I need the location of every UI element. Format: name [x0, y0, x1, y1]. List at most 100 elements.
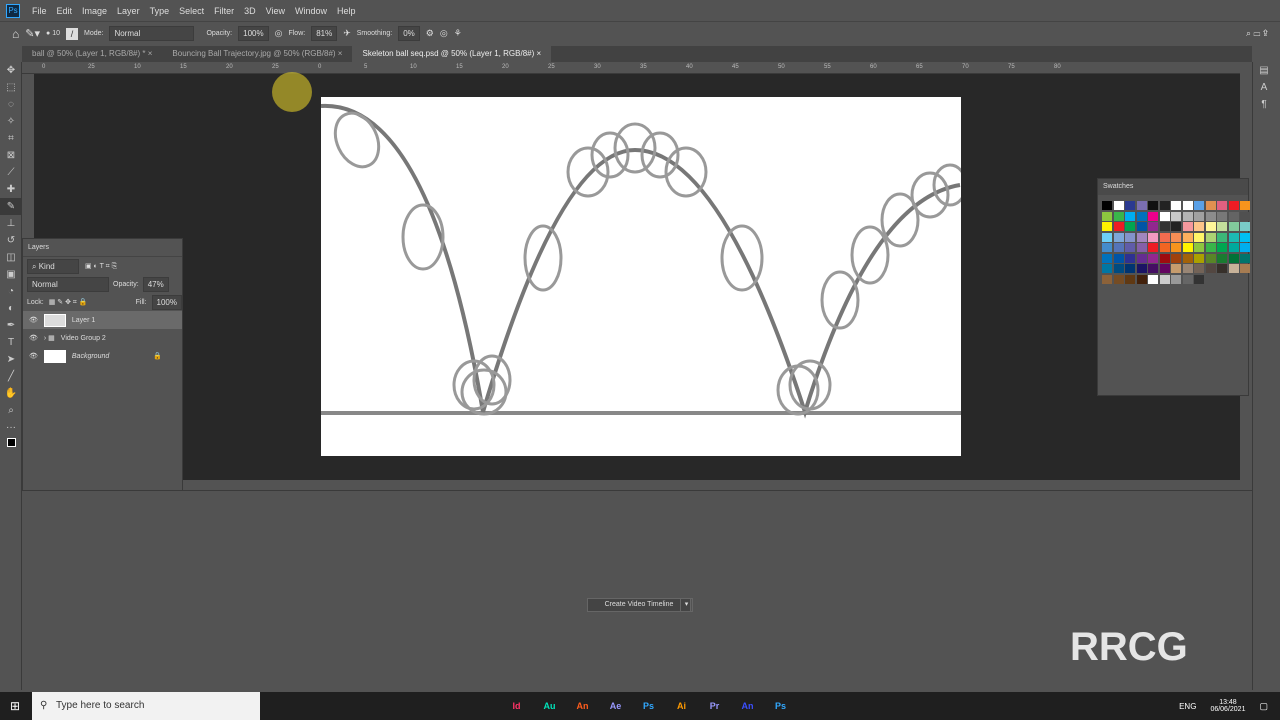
swatch[interactable] — [1205, 201, 1216, 210]
path-select-tool-icon[interactable]: ➤ — [0, 351, 22, 368]
swatch[interactable] — [1125, 232, 1135, 242]
swatch[interactable] — [1182, 274, 1193, 284]
swatch[interactable] — [1102, 222, 1112, 231]
swatch[interactable] — [1102, 201, 1112, 210]
taskbar-app[interactable]: Ae — [599, 701, 632, 711]
blur-tool-icon[interactable]: ◔ — [0, 283, 22, 300]
menu-layer[interactable]: Layer — [117, 6, 140, 16]
swatch[interactable] — [1182, 253, 1193, 263]
type-tool-icon[interactable]: T — [0, 334, 22, 351]
menu-file[interactable]: File — [32, 6, 47, 16]
swatch[interactable] — [1113, 232, 1124, 242]
swatch[interactable] — [1136, 243, 1147, 252]
layer-row[interactable]: 👁 Layer 1 — [23, 311, 182, 329]
swatch[interactable] — [1102, 211, 1112, 221]
tab-skeleton[interactable]: Skeleton ball seq.psd @ 50% (Layer 1, RG… — [352, 46, 552, 62]
create-video-timeline-button[interactable]: Create Video Timeline — [587, 598, 691, 612]
properties-icon[interactable]: ▤ — [1253, 62, 1275, 79]
swatch[interactable] — [1159, 201, 1170, 210]
menu-help[interactable]: Help — [337, 6, 356, 16]
swatch[interactable] — [1194, 243, 1204, 252]
eye-icon[interactable]: 👁 — [29, 334, 38, 342]
swatch[interactable] — [1217, 264, 1227, 273]
swatch[interactable] — [1136, 264, 1147, 273]
more-tools-icon[interactable]: ··· — [0, 419, 22, 436]
healing-tool-icon[interactable]: ✚ — [0, 181, 22, 198]
swatch[interactable] — [1171, 232, 1181, 242]
color-swatches-icon[interactable] — [0, 436, 22, 453]
eye-icon[interactable]: 👁 — [29, 316, 38, 324]
gear-icon[interactable]: ⚙ — [426, 28, 434, 39]
swatch[interactable] — [1159, 253, 1170, 263]
swatch[interactable] — [1171, 211, 1181, 221]
swatch[interactable] — [1217, 222, 1227, 231]
swatch[interactable] — [1102, 253, 1112, 263]
airbrush-icon[interactable]: ✈ — [343, 28, 351, 39]
swatch[interactable] — [1240, 222, 1250, 231]
dodge-tool-icon[interactable]: ◐ — [0, 300, 22, 317]
lock-icons[interactable]: ▦ ✎ ✥ ⌗ 🔒 — [49, 298, 88, 307]
swatch[interactable] — [1182, 264, 1193, 273]
swatch[interactable] — [1159, 211, 1170, 221]
swatch[interactable] — [1113, 264, 1124, 273]
swatch[interactable] — [1148, 232, 1158, 242]
swatch[interactable] — [1194, 211, 1204, 221]
lasso-tool-icon[interactable]: ◌ — [0, 96, 22, 113]
swatch[interactable] — [1182, 211, 1193, 221]
swatch[interactable] — [1125, 243, 1135, 252]
document-canvas[interactable] — [320, 97, 968, 456]
swatch[interactable] — [1148, 243, 1158, 252]
swatch[interactable] — [1194, 274, 1204, 284]
gradient-tool-icon[interactable]: ▣ — [0, 266, 22, 283]
menu-select[interactable]: Select — [179, 6, 204, 16]
swatch[interactable] — [1240, 232, 1250, 242]
pressure-size-icon[interactable]: ◎ — [440, 28, 448, 39]
swatch[interactable] — [1113, 253, 1124, 263]
swatch[interactable] — [1240, 243, 1250, 252]
brush-tool-icon[interactable]: ✎▾ — [25, 27, 40, 40]
tab-trajectory[interactable]: Bouncing Ball Trajectory.jpg @ 50% (RGB/… — [162, 46, 352, 62]
swatch[interactable] — [1171, 253, 1181, 263]
swatch[interactable] — [1171, 222, 1181, 231]
swatch[interactable] — [1194, 232, 1204, 242]
swatch[interactable] — [1205, 222, 1216, 231]
swatch[interactable] — [1217, 232, 1227, 242]
swatch[interactable] — [1148, 274, 1158, 284]
swatch[interactable] — [1228, 253, 1239, 263]
swatch[interactable] — [1171, 201, 1181, 210]
swatch[interactable] — [1217, 201, 1227, 210]
swatch[interactable] — [1194, 264, 1204, 273]
menu-image[interactable]: Image — [82, 6, 107, 16]
filter-kind-select[interactable]: ⌕ Kind — [27, 258, 79, 274]
swatch[interactable] — [1125, 253, 1135, 263]
swatch[interactable] — [1228, 201, 1239, 210]
swatch[interactable] — [1136, 222, 1147, 231]
swatch[interactable] — [1136, 211, 1147, 221]
swatch[interactable] — [1113, 201, 1124, 210]
swatch[interactable] — [1194, 222, 1204, 231]
taskbar-app[interactable]: Ps — [764, 701, 797, 711]
swatch[interactable] — [1113, 211, 1124, 221]
swatch[interactable] — [1136, 232, 1147, 242]
swatch[interactable] — [1148, 253, 1158, 263]
menu-edit[interactable]: Edit — [57, 6, 73, 16]
swatch[interactable] — [1102, 264, 1112, 273]
swatch[interactable] — [1148, 264, 1158, 273]
smoothing-field[interactable]: 0% — [398, 26, 420, 41]
layer-row[interactable]: 👁 Background 🔒 — [23, 347, 182, 365]
taskbar-app[interactable]: An — [566, 701, 599, 711]
swatch[interactable] — [1102, 243, 1112, 252]
fill-field[interactable]: 100% — [151, 294, 182, 310]
taskbar-app[interactable]: Id — [500, 701, 533, 711]
menu-type[interactable]: Type — [150, 6, 170, 16]
swatch[interactable] — [1240, 201, 1250, 210]
paragraph-icon[interactable]: ¶ — [1253, 96, 1275, 113]
swatch[interactable] — [1182, 243, 1193, 252]
timeline-dropdown[interactable]: ▾ — [680, 598, 693, 612]
eyedropper-tool-icon[interactable]: ⟋ — [0, 164, 22, 181]
swatch[interactable] — [1171, 274, 1181, 284]
tab-ball[interactable]: ball @ 50% (Layer 1, RGB/8#) * × — [22, 46, 162, 62]
eraser-tool-icon[interactable]: ◫ — [0, 249, 22, 266]
swatch[interactable] — [1205, 211, 1216, 221]
brush-preset-picker[interactable]: ● 10 — [46, 30, 60, 37]
